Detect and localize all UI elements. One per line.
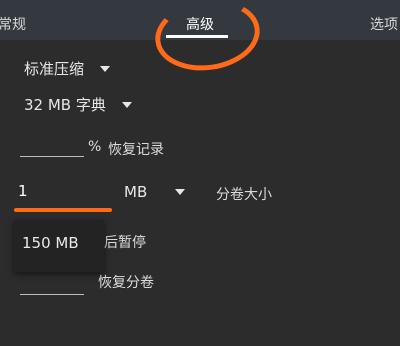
dictionary-value: 32 MB 字典 <box>24 96 106 114</box>
pause-after-label: 后暂停 <box>104 235 146 251</box>
tab-options[interactable]: 选项 <box>370 14 398 34</box>
dictionary-dropdown[interactable]: 32 MB 字典 <box>24 94 132 115</box>
split-size-input-wrapper <box>18 176 110 210</box>
split-size-label: 分卷大小 <box>216 187 272 203</box>
recovery-volumes-label: 恢复分卷 <box>98 275 154 291</box>
compression-value: 标准压缩 <box>24 60 85 78</box>
split-size-input[interactable] <box>18 182 108 200</box>
split-unit-dropdown[interactable]: MB <box>124 183 186 201</box>
annotation-underline <box>14 208 112 212</box>
percent-symbol: % <box>88 139 102 155</box>
chevron-down-icon <box>121 101 132 108</box>
chevron-down-icon <box>100 65 111 72</box>
split-unit-value: MB <box>124 183 148 201</box>
tab-general[interactable]: 常规 <box>0 14 26 34</box>
size-suggestion-popup: 150 MB <box>14 220 104 272</box>
chevron-down-icon <box>175 189 186 195</box>
recovery-percent-input[interactable] <box>20 156 84 157</box>
recovery-volumes-input[interactable] <box>20 294 84 295</box>
suggestion-option[interactable]: 150 MB <box>22 234 79 252</box>
recovery-record-label: 恢复记录 <box>108 142 164 158</box>
compression-dropdown[interactable]: 标准压缩 <box>24 58 111 79</box>
